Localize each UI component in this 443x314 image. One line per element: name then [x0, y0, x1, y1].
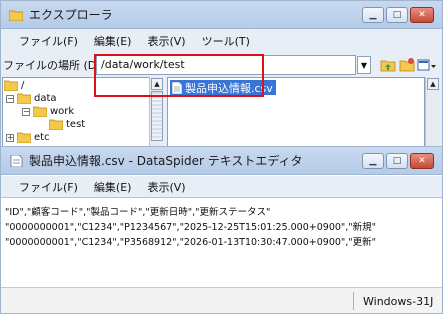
maximize-button[interactable]: □ [386, 153, 408, 169]
tree-label-work: work [50, 106, 75, 117]
editor-window-buttons: ▁ □ ✕ [362, 153, 434, 169]
explorer-title: エクスプローラ [29, 8, 113, 22]
toolbar-view-menu-icon[interactable] [417, 57, 437, 73]
collapse-icon[interactable]: − [22, 107, 30, 116]
close-button[interactable]: ✕ [410, 153, 434, 169]
collapse-icon[interactable]: − [6, 94, 14, 103]
menu-file[interactable]: ファイル(F) [19, 33, 78, 49]
folder-icon [33, 106, 47, 117]
status-bar: Windows-31J [1, 287, 442, 313]
text-content-area[interactable]: "ID","顧客コード","製品コード","更新日時","更新ステータス" "0… [1, 199, 442, 287]
tree-item-root[interactable]: / [4, 79, 24, 92]
minimize-button[interactable]: ▁ [362, 7, 384, 23]
menu-tools[interactable]: ツール(T) [202, 33, 250, 49]
expand-icon[interactable]: + [6, 133, 14, 142]
text-line: "ID","顧客コード","製品コード","更新日時","更新ステータス" [5, 207, 271, 218]
tree-item-test[interactable]: test [49, 118, 85, 131]
tree-item-etc[interactable]: + etc [6, 131, 50, 144]
status-separator [353, 292, 354, 310]
highlight-box [94, 54, 264, 97]
tree-item-data[interactable]: − data [6, 92, 57, 105]
file-list-scrollbar[interactable]: ▲ [425, 77, 439, 157]
folder-icon [49, 119, 63, 130]
editor-doc-icon [10, 154, 23, 167]
explorer-titlebar[interactable]: エクスプローラ ▁ □ ✕ [1, 1, 442, 29]
tree-item-work[interactable]: − work [22, 105, 74, 118]
scroll-thumb[interactable] [151, 91, 163, 141]
editor-titlebar[interactable]: 製品申込情報.csv - DataSpider テキストエディタ ▁ □ ✕ [1, 147, 442, 175]
maximize-button[interactable]: □ [386, 7, 408, 23]
editor-title: 製品申込情報.csv - DataSpider テキストエディタ [29, 154, 303, 168]
text-line: "0000000001","C1234","P3568912","2026-01… [5, 237, 377, 248]
minimize-button[interactable]: ▁ [362, 153, 384, 169]
folder-icon [17, 132, 31, 143]
dropdown-arrow-icon: ▼ [360, 60, 368, 70]
tree-label-test: test [66, 119, 86, 130]
text-editor-window: 製品申込情報.csv - DataSpider テキストエディタ ▁ □ ✕ フ… [0, 146, 443, 314]
explorer-folder-icon [9, 10, 23, 21]
text-line: "0000000001","C1234","P1234567","2025-12… [5, 222, 377, 233]
close-button[interactable]: ✕ [410, 7, 434, 23]
scroll-up-arrow-icon[interactable]: ▲ [427, 78, 439, 90]
editor-menubar: ファイル(F) 編集(E) 表示(V) [1, 176, 442, 198]
explorer-menubar: ファイル(F) 編集(E) 表示(V) ツール(T) [1, 30, 442, 52]
menu-file[interactable]: ファイル(F) [19, 179, 78, 195]
location-label: ファイルの場所 (D) [3, 59, 101, 72]
menu-view[interactable]: 表示(V) [147, 33, 185, 49]
tree-label-data: data [34, 93, 57, 104]
toolbar-folder-up-icon[interactable] [380, 57, 396, 73]
status-encoding: Windows-31J [363, 295, 434, 308]
menu-edit[interactable]: 編集(E) [94, 179, 132, 195]
tree-label-etc: etc [34, 132, 50, 143]
folder-icon [4, 80, 18, 91]
explorer-window: エクスプローラ ▁ □ ✕ ファイル(F) 編集(E) 表示(V) ツール(T)… [0, 0, 443, 160]
toolbar-new-folder-icon[interactable] [399, 57, 415, 73]
menu-edit[interactable]: 編集(E) [94, 33, 132, 49]
explorer-window-buttons: ▁ □ ✕ [362, 7, 434, 23]
location-dropdown-button[interactable]: ▼ [357, 56, 371, 74]
tree-label-root: / [21, 80, 25, 91]
folder-icon [17, 93, 31, 104]
menu-view[interactable]: 表示(V) [147, 179, 185, 195]
